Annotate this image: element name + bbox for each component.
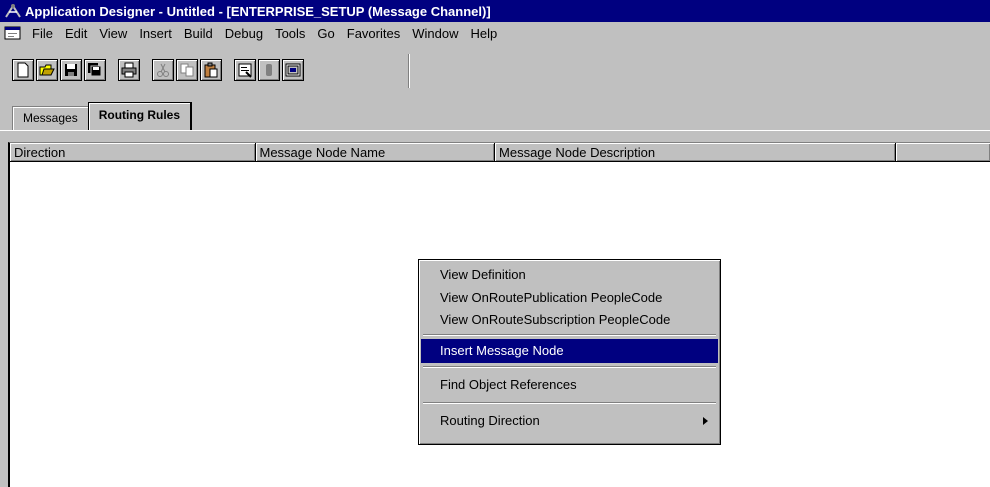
project-button[interactable] — [282, 59, 304, 81]
save-all-icon — [88, 63, 102, 77]
save-icon — [65, 64, 77, 76]
menu-insert[interactable]: Insert — [133, 26, 178, 41]
copy-button — [176, 59, 198, 81]
menu-item-view-onroute-subscription[interactable]: View OnRouteSubscription PeopleCode — [421, 309, 718, 331]
toolbar-divider — [408, 54, 410, 88]
submenu-arrow-icon — [703, 417, 708, 425]
tab-routing-rules[interactable]: Routing Rules — [87, 102, 193, 130]
menu-view[interactable]: View — [93, 26, 133, 41]
menu-item-view-onroute-publication[interactable]: View OnRoutePublication PeopleCode — [421, 287, 718, 309]
column-header-node-name[interactable]: Message Node Name — [255, 143, 496, 162]
menu-favorites[interactable]: Favorites — [341, 26, 406, 41]
menu-edit[interactable]: Edit — [59, 26, 93, 41]
window-title: Application Designer - Untitled - [ENTER… — [25, 3, 491, 19]
save-all-button[interactable] — [84, 59, 106, 81]
cut-icon — [157, 63, 169, 77]
grid-header: Direction Message Node Name Message Node… — [10, 143, 990, 162]
context-menu: View Definition View OnRoutePublication … — [418, 259, 721, 445]
open-icon — [39, 64, 55, 76]
menu-window[interactable]: Window — [406, 26, 464, 41]
menu-go[interactable]: Go — [311, 26, 340, 41]
tab-strip: Messages Routing Rules — [12, 102, 193, 130]
menu-help[interactable]: Help — [464, 26, 503, 41]
menu-separator — [421, 399, 718, 407]
menu-separator — [421, 363, 718, 371]
tab-messages[interactable]: Messages — [12, 106, 89, 130]
paste-icon — [204, 62, 218, 78]
print-button[interactable] — [118, 59, 140, 81]
upgrade-button — [258, 59, 280, 81]
menu-item-routing-direction[interactable]: Routing Direction — [421, 407, 718, 435]
menu-separator — [421, 331, 718, 339]
toolbar — [0, 46, 990, 102]
menu-build[interactable]: Build — [178, 26, 219, 41]
print-icon — [121, 62, 137, 78]
properties-icon — [238, 63, 252, 78]
open-button[interactable] — [36, 59, 58, 81]
menu-tools[interactable]: Tools — [269, 26, 311, 41]
routing-direction-label: Routing Direction — [440, 413, 540, 428]
tab-divider — [0, 130, 990, 142]
copy-icon — [180, 63, 194, 77]
document-icon[interactable] — [4, 25, 22, 41]
column-header-extra[interactable] — [896, 143, 990, 162]
column-header-node-description[interactable]: Message Node Description — [495, 143, 897, 162]
properties-button[interactable] — [234, 59, 256, 81]
upgrade-icon — [266, 64, 272, 76]
paste-button[interactable] — [200, 59, 222, 81]
app-designer-icon — [5, 4, 21, 18]
menu-debug[interactable]: Debug — [219, 26, 269, 41]
cut-button — [152, 59, 174, 81]
menu-item-insert-message-node[interactable]: Insert Message Node — [421, 339, 718, 363]
column-header-direction[interactable]: Direction — [10, 143, 256, 162]
new-icon — [17, 62, 29, 78]
menu-bar: File Edit View Insert Build Debug Tools … — [0, 22, 990, 44]
title-bar: Application Designer - Untitled - [ENTER… — [0, 0, 990, 22]
save-button[interactable] — [60, 59, 82, 81]
menu-item-view-definition[interactable]: View Definition — [421, 263, 718, 287]
menu-file[interactable]: File — [26, 26, 59, 41]
new-button[interactable] — [12, 59, 34, 81]
menu-item-find-object-references[interactable]: Find Object References — [421, 371, 718, 399]
project-icon — [285, 63, 301, 77]
